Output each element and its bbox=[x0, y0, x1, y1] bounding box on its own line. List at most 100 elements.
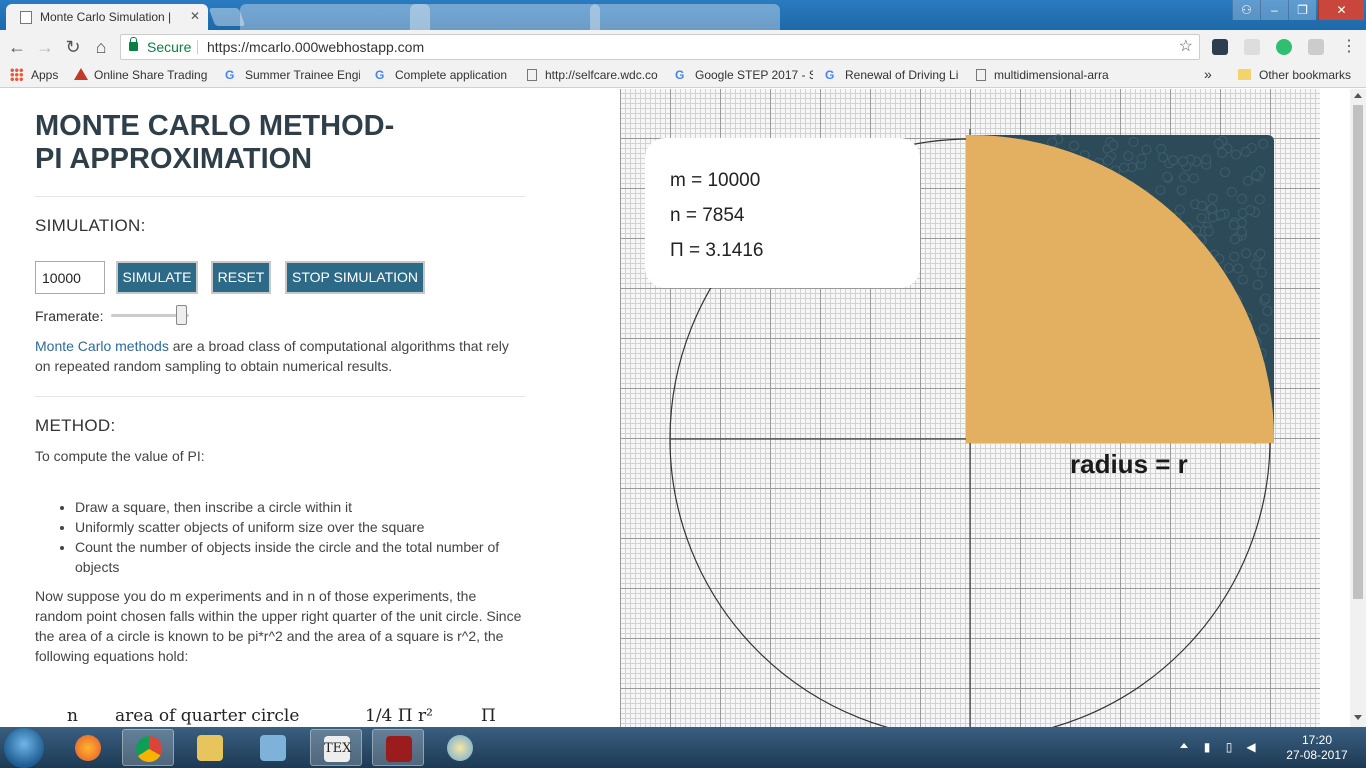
n-value: n = 7854 bbox=[670, 205, 745, 226]
formula-quarter: 1/4 Π r² bbox=[365, 706, 433, 726]
outside-sample-dot bbox=[1188, 173, 1199, 184]
bookmark-google-step[interactable]: G Google STEP 2017 - S bbox=[675, 68, 813, 82]
scroll-down-arrow-icon[interactable] bbox=[1354, 715, 1362, 720]
outside-sample-dot bbox=[1260, 293, 1271, 304]
tab-background-2[interactable] bbox=[410, 4, 600, 30]
tab-background-1[interactable] bbox=[240, 4, 430, 30]
outside-sample-dot bbox=[1229, 220, 1239, 230]
address-bar[interactable]: Secure https://mcarlo.000webhostapp.com … bbox=[120, 34, 1200, 60]
battery-icon[interactable]: ▯ bbox=[1222, 740, 1236, 754]
taskbar-virtualbox[interactable] bbox=[247, 729, 299, 766]
outside-sample-dot bbox=[1196, 213, 1207, 224]
extension-icon-2[interactable] bbox=[1244, 39, 1260, 55]
outside-sample-dot bbox=[1128, 137, 1139, 147]
outside-sample-dot bbox=[1203, 226, 1214, 237]
reload-icon[interactable]: ↻ bbox=[62, 36, 84, 58]
outside-sample-dot bbox=[1207, 212, 1218, 223]
bookmark-apps[interactable]: Apps bbox=[10, 68, 70, 82]
bookmark-complete-application[interactable]: G Complete application bbox=[375, 68, 511, 82]
sample-square bbox=[966, 134, 1275, 444]
scroll-up-arrow-icon[interactable] bbox=[1354, 93, 1362, 98]
tab-close-icon[interactable]: ✕ bbox=[190, 9, 200, 23]
outside-sample-dot bbox=[1236, 193, 1247, 204]
start-button[interactable] bbox=[4, 728, 44, 768]
bookmark-summer-trainee[interactable]: G Summer Trainee Engi bbox=[225, 68, 360, 82]
grammarly-icon[interactable] bbox=[1276, 39, 1292, 55]
page-scrollbar[interactable] bbox=[1350, 89, 1366, 727]
scroll-thumb[interactable] bbox=[1353, 105, 1363, 599]
bookmark-star-icon[interactable]: ☆ bbox=[1179, 35, 1193, 59]
signal-icon[interactable]: ▮ bbox=[1200, 740, 1214, 754]
outside-sample-dot bbox=[1240, 146, 1251, 157]
method-intro: To compute the value of PI: bbox=[35, 448, 205, 464]
clock-date: 27-08-2017 bbox=[1286, 748, 1348, 762]
extension-icon-1[interactable] bbox=[1212, 39, 1228, 55]
home-icon[interactable]: ⌂ bbox=[90, 36, 112, 58]
simulate-button[interactable]: SIMULATE bbox=[116, 261, 198, 294]
folder-icon bbox=[1238, 69, 1251, 80]
outside-sample-dot bbox=[1156, 143, 1167, 154]
bookmark-label: http://selfcare.wdc.co bbox=[545, 68, 658, 82]
formula-area: area of quarter circle bbox=[115, 706, 300, 726]
taskbar-chrome[interactable] bbox=[122, 729, 174, 766]
close-window-button[interactable]: ✕ bbox=[1318, 0, 1364, 20]
back-arrow-icon[interactable]: ← bbox=[6, 36, 28, 58]
outside-sample-dot bbox=[1252, 279, 1263, 290]
taskbar-firefox[interactable] bbox=[62, 729, 114, 766]
bookmark-other[interactable]: Other bookmarks bbox=[1238, 68, 1351, 82]
outside-sample-dot bbox=[1231, 149, 1242, 160]
outside-sample-dot bbox=[1258, 323, 1269, 334]
reset-button[interactable]: RESET bbox=[211, 261, 271, 294]
pi-estimate: Π = 3.1416 bbox=[670, 240, 764, 261]
outside-sample-dot bbox=[1256, 267, 1267, 278]
formula-n: n bbox=[67, 706, 78, 726]
taskbar-explorer[interactable] bbox=[184, 729, 236, 766]
lock-icon bbox=[129, 37, 138, 51]
framerate-slider-thumb[interactable] bbox=[176, 305, 187, 325]
tab-monte-carlo[interactable]: Monte Carlo Simulation | ✕ bbox=[6, 4, 208, 30]
outside-sample-dot bbox=[1069, 140, 1079, 151]
list-item: Uniformly scatter objects of uniform siz… bbox=[75, 517, 525, 537]
radius-label: radius = r bbox=[1070, 449, 1188, 479]
bookmark-label: Renewal of Driving Li bbox=[845, 68, 959, 82]
method-steps-list: Draw a square, then inscribe a circle wi… bbox=[75, 497, 525, 577]
bookmark-renewal-driving[interactable]: G Renewal of Driving Li bbox=[825, 68, 961, 82]
outside-sample-dot bbox=[1223, 263, 1234, 274]
taskbar-texworks[interactable]: TEX bbox=[310, 729, 362, 766]
method-heading: METHOD: bbox=[35, 416, 116, 435]
explanation-paragraph: Now suppose you do m experiments and in … bbox=[35, 588, 522, 664]
simulation-canvas[interactable]: m = 10000 n = 7854 Π = 3.1416 radius = r bbox=[620, 89, 1320, 727]
bookmark-online-share-trading[interactable]: Online Share Trading bbox=[74, 68, 210, 82]
url-text[interactable]: https://mcarlo.000webhostapp.com bbox=[207, 35, 424, 59]
extension-icon-4[interactable] bbox=[1308, 39, 1324, 55]
google-icon: G bbox=[825, 68, 835, 82]
user-profile-icon[interactable]: ⚇ bbox=[1232, 0, 1260, 20]
bookmark-multidimensional[interactable]: multidimensional-arra bbox=[976, 68, 1111, 82]
volume-icon[interactable]: ◀ bbox=[1244, 740, 1258, 754]
outside-sample-dot bbox=[1255, 248, 1266, 259]
bookmarks-overflow-button[interactable]: » bbox=[1204, 66, 1212, 82]
system-clock[interactable]: 17:20 27-08-2017 bbox=[1282, 733, 1352, 763]
tab-background-3[interactable] bbox=[590, 4, 780, 30]
windows-taskbar: TEX ▮ ▯ ◀ 17:20 27-08-2017 bbox=[0, 727, 1366, 768]
bookmark-label: Online Share Trading bbox=[94, 68, 208, 82]
tab-title: Monte Carlo Simulation | bbox=[40, 10, 172, 24]
taskbar-acrobat[interactable] bbox=[372, 729, 424, 766]
menu-kebab-icon[interactable]: ⋮ bbox=[1338, 36, 1360, 58]
simulation-stats: m = 10000 n = 7854 Π = 3.1416 bbox=[645, 138, 920, 288]
web-page: MONTE CARLO METHOD- PI APPROXIMATION SIM… bbox=[0, 89, 1350, 727]
bookmark-label: Complete application bbox=[395, 68, 508, 82]
outside-sample-dot bbox=[1168, 155, 1179, 166]
experiments-count-input[interactable] bbox=[35, 261, 105, 294]
forward-arrow-icon[interactable]: → bbox=[34, 36, 56, 58]
stop-simulation-button[interactable]: STOP SIMULATION bbox=[285, 261, 425, 294]
m-value: m = 10000 bbox=[670, 170, 761, 191]
taskbar-paint[interactable] bbox=[434, 729, 486, 766]
tray-overflow-arrow-icon[interactable] bbox=[1180, 743, 1188, 748]
bookmark-selfcare[interactable]: http://selfcare.wdc.co bbox=[527, 68, 662, 82]
maximize-button[interactable]: ❐ bbox=[1288, 0, 1316, 20]
secure-label: Secure bbox=[147, 39, 192, 55]
monte-carlo-link[interactable]: Monte Carlo methods bbox=[35, 338, 169, 354]
title-line-1: MONTE CARLO METHOD- bbox=[35, 110, 395, 142]
minimize-button[interactable]: – bbox=[1260, 0, 1288, 20]
